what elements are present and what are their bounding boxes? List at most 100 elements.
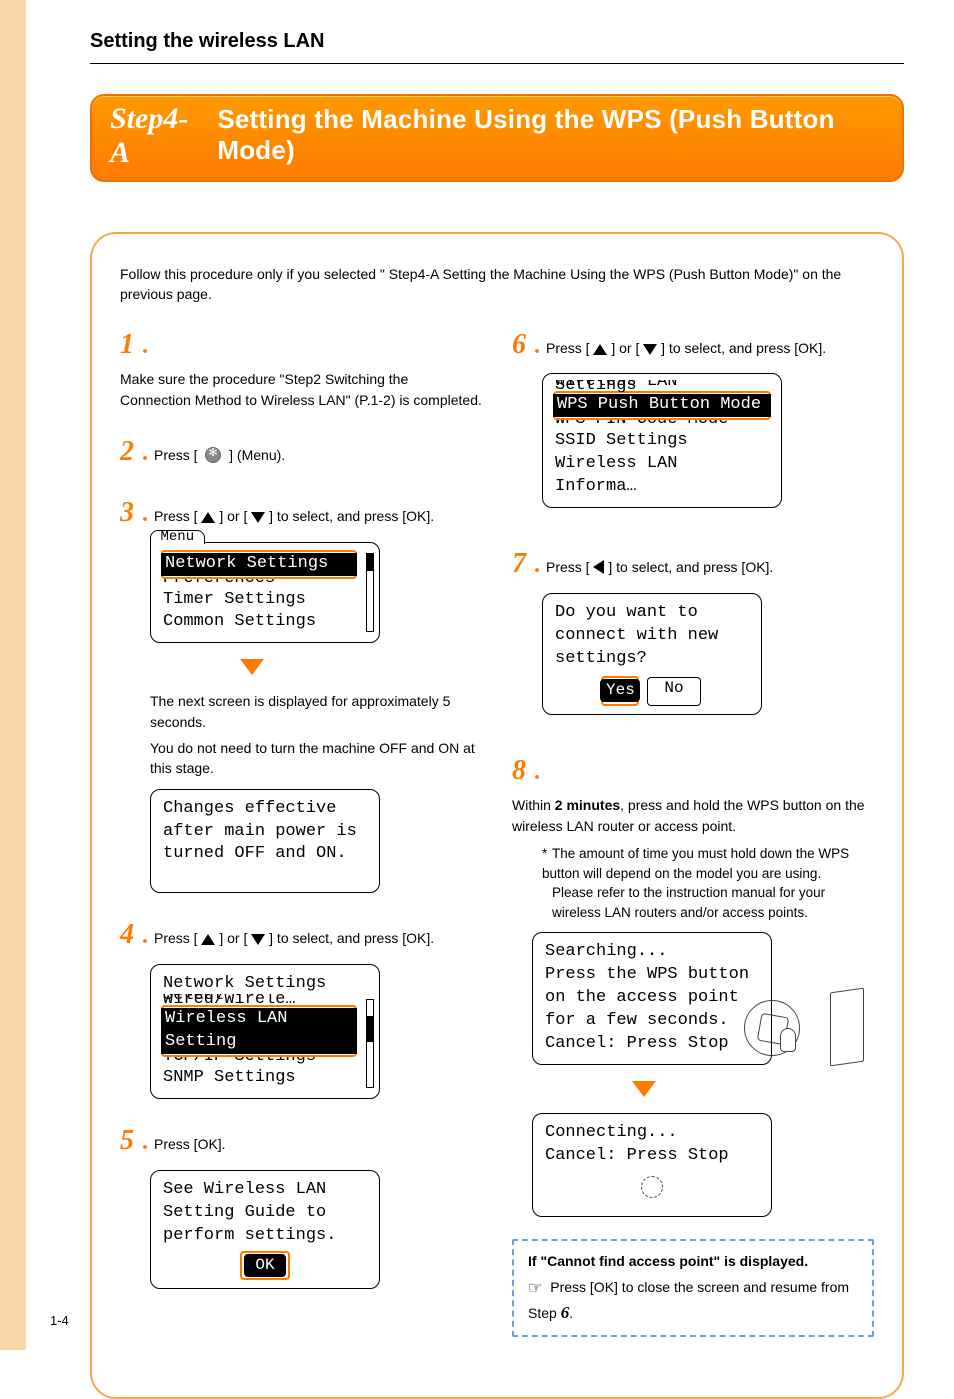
columns: 1. Make sure the procedure "Step2 Switch… xyxy=(120,329,874,1364)
step-1: 1. Make sure the procedure "Step2 Switch… xyxy=(120,329,482,410)
lcd-scrollbar xyxy=(366,999,374,1088)
down-arrow-icon xyxy=(643,344,657,355)
lcd-message: Changes effective after main power is tu… xyxy=(150,789,380,894)
lcd-row-clipped: Preferences xyxy=(163,579,355,589)
step-7: 7. Press [ ] to select, and press [OK]. … xyxy=(512,548,874,715)
lcd-confirm: Do you want to connect with new settings… xyxy=(542,593,762,715)
lcd-selected-row: WPS Push Button Mode xyxy=(553,394,771,417)
step-3: 3. Press [ ] or [ ] to select, and press… xyxy=(120,497,482,894)
text-fragment: ] or [ xyxy=(219,508,247,524)
text-fragment: Press [ xyxy=(154,930,198,946)
step-5-text: Press [OK]. xyxy=(154,1134,226,1154)
intro-text: Follow this procedure only if you select… xyxy=(120,264,874,305)
lcd-row: on the access point xyxy=(545,987,759,1010)
lcd-menu: Menu Network Settings Preferences Timer … xyxy=(150,542,380,644)
access-point-icon xyxy=(830,988,864,1067)
step-number: 2 xyxy=(120,438,134,466)
lcd-ok-button: OK xyxy=(244,1254,285,1278)
lcd-scrollbar xyxy=(366,553,374,633)
lcd-row: SNMP Settings xyxy=(163,1067,355,1090)
left-column: 1. Make sure the procedure "Step2 Switch… xyxy=(120,329,482,1364)
text-fragment: Press [ xyxy=(546,559,590,575)
text-fragment: ] to select, and press [OK]. xyxy=(269,508,434,524)
lcd-row: Cancel: Press Stop xyxy=(545,1145,759,1168)
step-dot: . xyxy=(534,755,540,790)
lcd-row: after main power is xyxy=(163,821,367,844)
lcd-row: Cancel: Press Stop xyxy=(545,1033,759,1056)
step-number: 6 xyxy=(512,331,526,359)
highlight-frame: Yes xyxy=(601,676,639,706)
wps-illustration xyxy=(744,982,864,1082)
text-bold: 2 minutes xyxy=(555,797,620,813)
step-number: 4 xyxy=(120,921,134,949)
step-dot: . xyxy=(142,329,148,364)
note-tail: . xyxy=(569,1305,573,1321)
lcd-searching: Searching... Press the WPS button on the… xyxy=(532,932,772,1065)
up-arrow-icon xyxy=(593,344,607,355)
lcd-row: turned OFF and ON. xyxy=(163,843,367,866)
text-fragment: ] to select, and press [OK]. xyxy=(608,559,773,575)
step-number: 5 xyxy=(120,1127,134,1155)
text-fragment: ] or [ xyxy=(611,340,639,356)
lcd-row: Connecting... xyxy=(545,1122,759,1145)
step-8: 8. Within 2 minutes, press and hold the … xyxy=(512,755,874,1338)
lcd-guide-message: See Wireless LAN Setting Guide to perfor… xyxy=(150,1170,380,1290)
lcd-selected-row: Network Settings xyxy=(161,553,357,576)
page-number: 1-4 xyxy=(50,1313,69,1328)
pointing-hand-icon: ☞ xyxy=(528,1277,542,1301)
lcd-tab: Menu xyxy=(150,530,206,544)
up-arrow-icon xyxy=(201,934,215,945)
lcd-title-row: Network Settings xyxy=(163,973,355,996)
step-dot: . xyxy=(142,919,148,954)
lcd-row: perform settings. xyxy=(163,1225,367,1248)
step-3-text: Press [ ] or [ ] to select, and press [O… xyxy=(154,506,434,526)
title-rule xyxy=(90,63,904,64)
lcd-row-clipped: TCP/IP Settings xyxy=(163,1057,355,1067)
step-3-note2: You do not need to turn the machine OFF … xyxy=(150,738,482,779)
step-badge: Step4-A xyxy=(110,102,203,170)
flow-arrow-down-icon xyxy=(240,659,264,675)
page-content: Setting the wireless LAN Step4-A Setting… xyxy=(0,0,954,1350)
text-fragment: ] to select, and press [OK]. xyxy=(269,930,434,946)
step-dot: . xyxy=(142,436,148,471)
section-title: Setting the wireless LAN xyxy=(90,30,904,53)
lcd-row: Searching... xyxy=(545,941,759,964)
text-fragment: ] or [ xyxy=(219,930,247,946)
flow-arrow-down-icon xyxy=(632,1081,656,1097)
step-number: 3 xyxy=(120,499,134,527)
lcd-row: Wireless LAN Informa… xyxy=(555,453,769,499)
text-fragment: Press [ xyxy=(546,340,590,356)
highlight-frame: WPS Push Button Mode xyxy=(553,391,771,420)
lcd-row: Setting Guide to xyxy=(163,1202,367,1225)
step-dot: . xyxy=(142,1125,148,1160)
up-arrow-icon xyxy=(201,512,215,523)
step-2: 2. Press [ ] (Menu). xyxy=(120,436,482,471)
step-7-text: Press [ ] to select, and press [OK]. xyxy=(546,557,773,577)
lcd-row: Changes effective xyxy=(163,798,367,821)
lcd-row: for a few seconds. xyxy=(545,1010,759,1033)
step-3-note1: The next screen is displayed for approxi… xyxy=(150,691,482,732)
step-2-text: Press [ ] (Menu). xyxy=(154,445,285,465)
lcd-row: Press the WPS button xyxy=(545,964,759,987)
highlight-frame: Network Settings xyxy=(161,550,357,579)
text-fragment: Within xyxy=(512,797,555,813)
note-body: ☞ Press [OK] to close the screen and res… xyxy=(528,1276,858,1326)
lcd-row: See Wireless LAN xyxy=(163,1179,367,1202)
lcd-button-row: OK xyxy=(163,1252,367,1281)
note-step-ref: 6 xyxy=(561,1303,570,1322)
step-6: 6. Press [ ] or [ ] to select, and press… xyxy=(512,329,874,509)
step-number: 8 xyxy=(512,757,526,785)
highlight-frame: Wireless LAN Setting xyxy=(161,1005,357,1057)
note-line: The amount of time you must hold down th… xyxy=(542,846,849,881)
lcd-row: Timer Settings xyxy=(163,589,355,612)
lcd-scroll-thumb xyxy=(367,1016,373,1042)
step-5: 5. Press [OK]. See Wireless LAN Setting … xyxy=(120,1125,482,1290)
text-fragment: ] (Menu). xyxy=(229,447,285,463)
note-line: Press [OK] to close the screen and resum… xyxy=(528,1279,849,1321)
lcd-row: Common Settings xyxy=(163,611,355,634)
step-dot: . xyxy=(142,497,148,532)
lcd-network-settings: Network Settings Select Wired/Wirele… Wi… xyxy=(150,964,380,1099)
lcd-wlan-settings: Wireless LAN Settings WPS Push Button Mo… xyxy=(542,373,782,508)
step-dot: . xyxy=(534,548,540,583)
down-arrow-icon xyxy=(251,934,265,945)
